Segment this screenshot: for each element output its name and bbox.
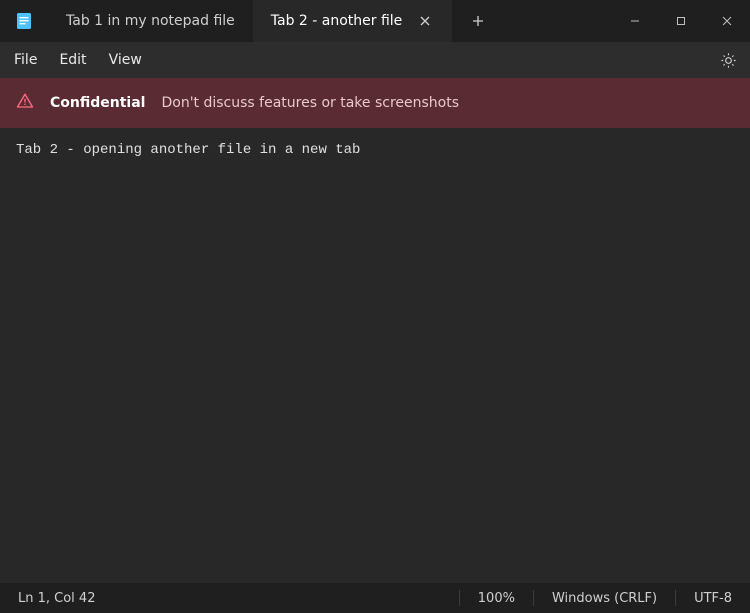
tab-2[interactable]: Tab 2 - another file <box>253 0 453 42</box>
text-editor[interactable]: Tab 2 - opening another file in a new ta… <box>0 128 750 583</box>
tab-1[interactable]: Tab 1 in my notepad file <box>48 0 253 42</box>
tab-label: Tab 1 in my notepad file <box>66 13 235 29</box>
window-controls <box>612 0 750 42</box>
status-zoom[interactable]: 100% <box>460 583 533 613</box>
app-icon <box>0 0 48 42</box>
close-window-button[interactable] <box>704 0 750 42</box>
status-bar: Ln 1, Col 42 100% Windows (CRLF) UTF-8 <box>0 583 750 613</box>
notepad-icon <box>15 12 33 30</box>
status-encoding[interactable]: UTF-8 <box>676 583 750 613</box>
maximize-button[interactable] <box>658 0 704 42</box>
banner-title: Confidential <box>50 95 145 111</box>
tab-label: Tab 2 - another file <box>271 13 403 29</box>
settings-button[interactable] <box>710 42 746 78</box>
gear-icon <box>720 52 737 69</box>
banner-message: Don't discuss features or take screensho… <box>161 95 459 111</box>
minimize-button[interactable] <box>612 0 658 42</box>
menu-file[interactable]: File <box>4 46 47 74</box>
status-position[interactable]: Ln 1, Col 42 <box>0 583 113 613</box>
menu-edit[interactable]: Edit <box>49 46 96 74</box>
info-banner: Confidential Don't discuss features or t… <box>0 78 750 128</box>
tab-strip: Tab 1 in my notepad file Tab 2 - another… <box>48 0 452 42</box>
close-tab-button[interactable] <box>416 12 434 30</box>
minimize-icon <box>630 16 640 26</box>
plus-icon <box>472 15 484 27</box>
new-tab-button[interactable] <box>458 0 498 42</box>
menu-view[interactable]: View <box>99 46 152 74</box>
maximize-icon <box>676 16 686 26</box>
warning-icon <box>16 92 34 114</box>
menu-bar: File Edit View <box>0 42 750 78</box>
status-line-ending[interactable]: Windows (CRLF) <box>534 583 675 613</box>
title-bar: Tab 1 in my notepad file Tab 2 - another… <box>0 0 750 42</box>
close-icon <box>722 16 732 26</box>
close-icon <box>420 16 430 26</box>
